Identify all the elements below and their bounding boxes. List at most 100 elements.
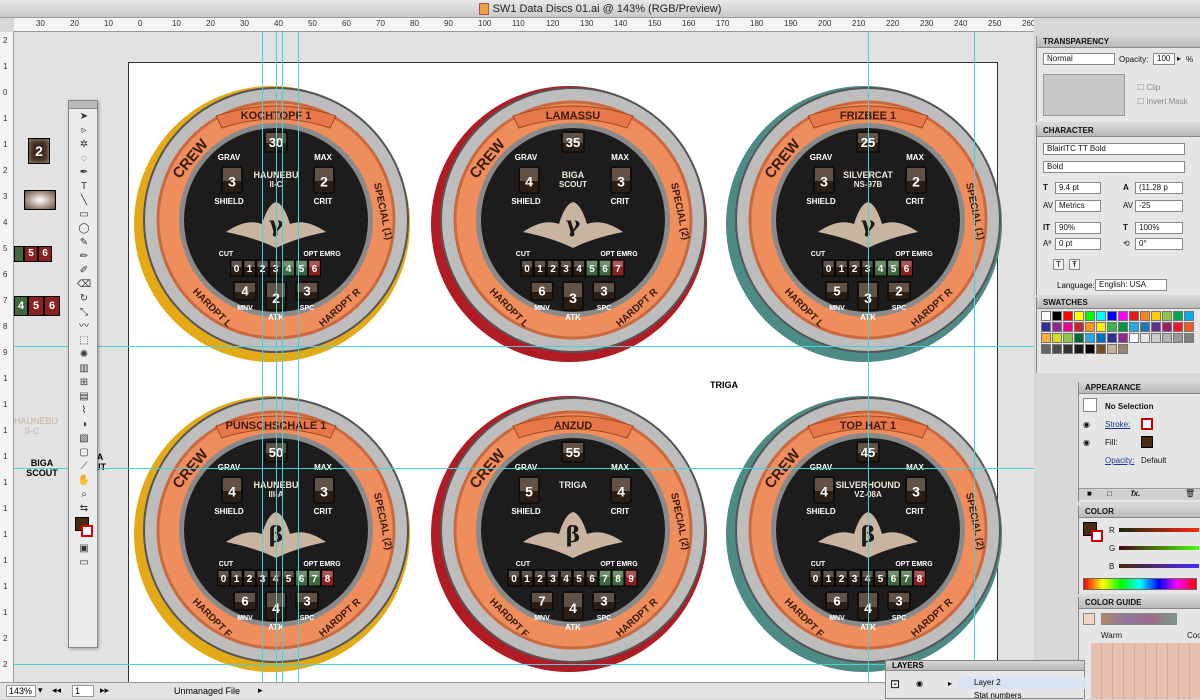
swatch[interactable] bbox=[1085, 333, 1095, 343]
zoom-tool-icon[interactable]: ⌕ bbox=[77, 489, 91, 501]
live-paint-tool-icon[interactable]: ▧ bbox=[77, 433, 91, 445]
symbol-sprayer-tool-icon[interactable]: ✺ bbox=[77, 349, 91, 361]
blend-mode-select[interactable]: Normal bbox=[1043, 53, 1115, 65]
first-artboard-icon[interactable]: ◂◂ bbox=[52, 685, 61, 696]
guide-vertical[interactable] bbox=[298, 32, 299, 682]
stroke-swatch[interactable] bbox=[1141, 418, 1153, 430]
stroke-visibility-eye-icon[interactable]: ◉ bbox=[1083, 420, 1090, 429]
zoom-field[interactable]: 143% bbox=[6, 685, 36, 697]
data-disc[interactable]: TOP HAT 1CREWSPECIAL (2)HARDPT F HARDPT R… bbox=[726, 396, 1002, 672]
character-rotation-field[interactable]: 0° bbox=[1135, 238, 1183, 250]
guide-horizontal[interactable] bbox=[14, 468, 1034, 469]
guide-vertical[interactable] bbox=[282, 32, 283, 682]
appearance-panel[interactable]: APPEARANCE No Selection ◉ Stroke: ◉ Fill… bbox=[1078, 382, 1200, 502]
file-status-text[interactable]: Unmanaged File bbox=[174, 686, 240, 696]
underline-button[interactable]: T bbox=[1053, 259, 1064, 270]
leading-field[interactable]: (11.28 p bbox=[1135, 182, 1183, 194]
swatch[interactable] bbox=[1074, 333, 1084, 343]
guide-vertical[interactable] bbox=[868, 32, 869, 682]
pencil-tool-icon[interactable]: ✏ bbox=[77, 251, 91, 263]
font-family-select[interactable]: BlairITC TT Bold bbox=[1043, 143, 1185, 155]
guide-horizontal[interactable] bbox=[14, 664, 1034, 665]
green-channel-slider[interactable] bbox=[1119, 546, 1199, 550]
magic-wand-tool-icon[interactable]: ✲ bbox=[77, 139, 91, 151]
color-guide-panel-header[interactable]: COLOR GUIDE bbox=[1079, 597, 1200, 609]
swatch[interactable] bbox=[1096, 311, 1106, 321]
window-title-bar[interactable]: SW1 Data Discs 01.ai @ 143% (RGB/Preview… bbox=[0, 0, 1200, 18]
opacity-field[interactable]: 100 bbox=[1153, 53, 1175, 65]
screen-mode-icon[interactable]: ▭ bbox=[77, 557, 91, 569]
slice-tool-icon[interactable]: ⟋ bbox=[77, 461, 91, 473]
swatch[interactable] bbox=[1118, 344, 1128, 354]
swatch[interactable] bbox=[1085, 311, 1095, 321]
swatch[interactable] bbox=[1129, 311, 1139, 321]
clip-checkbox[interactable]: ☐ Clip bbox=[1137, 83, 1160, 92]
swatch[interactable] bbox=[1184, 311, 1194, 321]
color-variations-grid[interactable] bbox=[1091, 643, 1200, 699]
swatch[interactable] bbox=[1162, 333, 1172, 343]
language-select[interactable]: English: USA bbox=[1095, 279, 1167, 291]
layer-expand-icon[interactable]: ▸ bbox=[948, 679, 952, 688]
swatch[interactable] bbox=[1173, 322, 1183, 332]
guide-horizontal[interactable] bbox=[14, 346, 1034, 347]
swatch[interactable] bbox=[1118, 322, 1128, 332]
hand-tool-icon[interactable]: ✋ bbox=[77, 475, 91, 487]
new-stroke-icon[interactable]: □ bbox=[1107, 489, 1112, 498]
stroke-color-box[interactable] bbox=[81, 525, 93, 537]
line-tool-icon[interactable]: ╲ bbox=[77, 195, 91, 207]
swatch[interactable] bbox=[1041, 311, 1051, 321]
new-fill-icon[interactable]: ■ bbox=[1087, 489, 1092, 498]
lasso-tool-icon[interactable]: ◌ bbox=[77, 153, 91, 165]
horizontal-ruler[interactable]: 30 20 10 0 10 20 30 40 50 60 70 80 90 100 110 120 130 140… bbox=[14, 18, 1034, 32]
fill-swatch[interactable] bbox=[1141, 436, 1153, 448]
swatch[interactable] bbox=[1063, 333, 1073, 343]
color-stroke-box[interactable] bbox=[1091, 530, 1103, 542]
invert-mask-checkbox[interactable]: ☐ Invert Mask bbox=[1137, 97, 1188, 106]
data-disc[interactable]: ANZUDCREWSPECIAL (2)HARDPT FHARDPT R55GR… bbox=[431, 396, 707, 672]
layers-panel[interactable]: LAYERS ◉ ▸ Layer 2 Stat numbers ⊡ bbox=[885, 660, 1086, 700]
free-transform-tool-icon[interactable]: ⬚ bbox=[77, 335, 91, 347]
swatch[interactable] bbox=[1140, 311, 1150, 321]
horizontal-scale-field[interactable]: 100% bbox=[1135, 222, 1183, 234]
color-panel-header[interactable]: COLOR bbox=[1079, 506, 1200, 518]
layer-row-layer-2[interactable]: Layer 2 bbox=[958, 677, 1086, 689]
document-canvas[interactable]: 2 5 6 4 5 6 HAUNEBU II-C BIGA SCOUT A UT… bbox=[14, 32, 1034, 682]
swatch[interactable] bbox=[1052, 311, 1062, 321]
scale-tool-icon[interactable]: ⤡ bbox=[77, 307, 91, 319]
swatch[interactable] bbox=[1096, 344, 1106, 354]
guide-vertical[interactable] bbox=[974, 32, 975, 682]
tracking-field[interactable]: -25 bbox=[1135, 200, 1183, 212]
swatch[interactable] bbox=[1107, 333, 1117, 343]
appearance-panel-header[interactable]: APPEARANCE bbox=[1079, 382, 1200, 394]
swatch[interactable] bbox=[1041, 333, 1051, 343]
swatch[interactable] bbox=[1063, 322, 1073, 332]
swatch[interactable] bbox=[1173, 333, 1183, 343]
baseline-shift-field[interactable]: 0 pt bbox=[1055, 238, 1101, 250]
swatch[interactable] bbox=[1162, 322, 1172, 332]
swatch[interactable] bbox=[1041, 322, 1051, 332]
blend-tool-icon[interactable]: ◑ bbox=[77, 419, 91, 431]
swatches-panel-header[interactable]: SWATCHES bbox=[1037, 297, 1200, 309]
tools-panel-header[interactable] bbox=[69, 101, 97, 109]
data-discs-artwork[interactable]: KOCHTOPF 1CREWSPECIAL (1)HARDPT L HARDPT … bbox=[14, 32, 1034, 682]
strikethrough-button[interactable]: Ŧ bbox=[1069, 259, 1080, 270]
data-disc[interactable]: KOCHTOPF 1CREWSPECIAL (1)HARDPT L HARDPT … bbox=[134, 86, 410, 362]
swatch[interactable] bbox=[1063, 344, 1073, 354]
swatch[interactable] bbox=[1085, 344, 1095, 354]
zoom-dropdown-icon[interactable]: ▾ bbox=[38, 685, 43, 696]
next-artboard-icon[interactable]: ▸▸ bbox=[100, 685, 109, 696]
paintbrush-tool-icon[interactable]: ✎ bbox=[77, 237, 91, 249]
character-panel-header[interactable]: CHARACTER bbox=[1037, 125, 1200, 137]
color-guide-panel[interactable]: COLOR GUIDE Warm Coo bbox=[1078, 597, 1200, 699]
fx-icon[interactable]: fx. bbox=[1131, 489, 1140, 498]
swatch[interactable] bbox=[1151, 311, 1161, 321]
swatch[interactable] bbox=[1173, 311, 1183, 321]
ellipse-tool-icon[interactable]: ◯ bbox=[77, 223, 91, 235]
type-tool-icon[interactable]: T bbox=[77, 181, 91, 193]
stroke-attribute-link[interactable]: Stroke: bbox=[1105, 420, 1130, 429]
data-disc[interactable]: FRIZBEE 1CREWSPECIAL (1)HARDPT L HARDPT R… bbox=[726, 86, 1002, 362]
red-channel-slider[interactable] bbox=[1119, 528, 1199, 532]
opacity-attribute-link[interactable]: Opacity: bbox=[1105, 456, 1134, 465]
blue-channel-slider[interactable] bbox=[1119, 564, 1199, 568]
swatch[interactable] bbox=[1052, 344, 1062, 354]
